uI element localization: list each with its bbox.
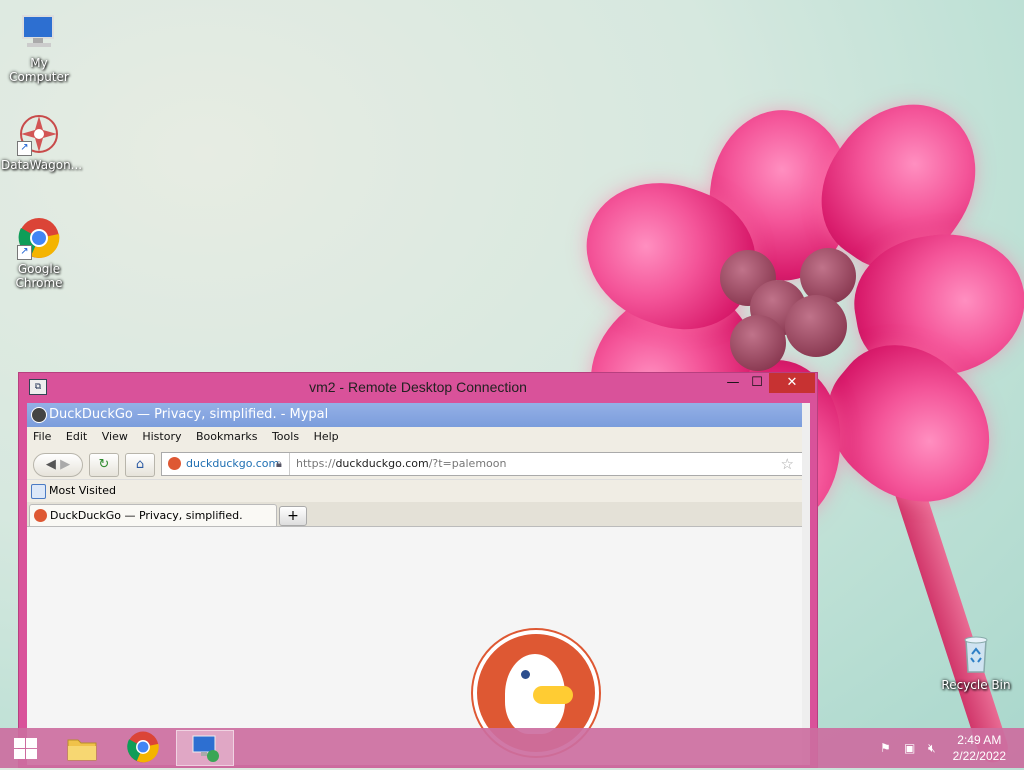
desktop-icon-google-chrome[interactable]: ↗ Google Chrome: [1, 216, 77, 290]
desktop-icon-label: Google Chrome: [15, 262, 63, 290]
navigation-toolbar: ◀ ▶ ↻ ⌂ duckduckgo.com 🔒︎ https://duckdu…: [27, 447, 810, 480]
menu-edit[interactable]: Edit: [66, 430, 87, 443]
volume-muted-icon[interactable]: 🔇︎: [928, 741, 942, 755]
system-tray: ⚑ ▣ 🔇︎ 2:49 AM 2/22/2022: [864, 728, 1024, 768]
clock-time: 2:49 AM: [957, 733, 1002, 747]
mypal-icon: [31, 407, 47, 423]
tab-duckduckgo[interactable]: DuckDuckGo — Privacy, simplified.: [29, 504, 277, 526]
shortcut-arrow-icon: ↗: [17, 141, 32, 156]
file-explorer-icon: [67, 739, 97, 761]
reload-button[interactable]: ↻: [89, 453, 119, 477]
lock-icon: 🔒︎: [276, 457, 282, 470]
desktop-icon-recycle-bin[interactable]: Recycle Bin: [938, 632, 1014, 692]
back-forward-buttons[interactable]: ◀ ▶: [33, 453, 83, 477]
tab-label: DuckDuckGo — Privacy, simplified.: [50, 509, 243, 522]
taskbar-file-explorer[interactable]: [56, 730, 108, 766]
desktop-icon-datawagon[interactable]: ↗ DataWagon...: [1, 112, 83, 172]
remote-session-area[interactable]: DuckDuckGo — Privacy, simplified. - Mypa…: [27, 403, 810, 765]
chrome-icon: [127, 731, 159, 763]
bookmark-star-icon[interactable]: ☆: [781, 453, 794, 475]
bookmarks-toolbar: Most Visited: [27, 480, 810, 502]
chrome-icon: ↗: [17, 216, 61, 260]
browser-window-title: DuckDuckGo — Privacy, simplified. - Mypa…: [49, 407, 329, 422]
site-identity-label: duckduckgo.com: [186, 457, 280, 470]
action-center-flag-icon[interactable]: ⚑: [880, 741, 894, 755]
datawagon-icon: ↗: [17, 112, 61, 156]
bookmark-most-visited[interactable]: Most Visited: [49, 484, 116, 497]
menu-view[interactable]: View: [102, 430, 128, 443]
close-button[interactable]: ✕: [769, 373, 815, 393]
menu-bookmarks[interactable]: Bookmarks: [196, 430, 257, 443]
clock-date: 2/22/2022: [952, 749, 1006, 763]
rdp-window-title: vm2 - Remote Desktop Connection: [309, 379, 527, 395]
home-button[interactable]: ⌂: [125, 453, 155, 477]
vertical-scrollbar[interactable]: [802, 403, 810, 765]
url-scheme: https://: [296, 457, 336, 470]
remote-desktop-icon: [192, 735, 219, 762]
menu-file[interactable]: File: [33, 430, 51, 443]
browser-titlebar[interactable]: DuckDuckGo — Privacy, simplified. - Mypa…: [27, 403, 810, 427]
desktop-icon-my-computer[interactable]: My Computer: [1, 10, 77, 84]
windows-logo-icon: [14, 738, 38, 760]
url-bar[interactable]: duckduckgo.com 🔒︎ https://duckduckgo.com…: [161, 452, 803, 476]
clock[interactable]: 2:49 AM 2/22/2022: [953, 732, 1006, 764]
duckduckgo-favicon-icon: [34, 509, 47, 522]
shortcut-arrow-icon: ↗: [17, 245, 32, 260]
desktop-icon-label: My Computer: [9, 56, 69, 84]
url-path: /?t=palemoon: [428, 457, 507, 470]
url-host: duckduckgo.com: [335, 457, 429, 470]
back-arrow-icon[interactable]: ◀: [46, 457, 56, 472]
menu-bar: File Edit View History Bookmarks Tools H…: [27, 427, 810, 447]
maximize-button[interactable]: ☐: [743, 373, 771, 393]
most-visited-icon: [31, 484, 46, 499]
menu-tools[interactable]: Tools: [272, 430, 299, 443]
duckduckgo-favicon-icon: [168, 457, 181, 470]
new-tab-button[interactable]: +: [279, 506, 307, 526]
site-identity[interactable]: duckduckgo.com: [162, 453, 290, 475]
taskbar-remote-desktop[interactable]: [176, 730, 234, 766]
menu-history[interactable]: History: [142, 430, 181, 443]
home-icon: ⌂: [135, 457, 145, 472]
desktop-icon-label: Recycle Bin: [941, 678, 1011, 692]
reload-icon: ↻: [98, 457, 110, 472]
tab-strip: DuckDuckGo — Privacy, simplified. +: [27, 502, 810, 527]
url-text[interactable]: https://duckduckgo.com/?t=palemoon: [296, 453, 506, 475]
taskbar-chrome[interactable]: [117, 730, 169, 766]
menu-help[interactable]: Help: [314, 430, 339, 443]
desktop-icon-label: DataWagon...: [1, 158, 83, 172]
taskbar: ⚑ ▣ 🔇︎ 2:49 AM 2/22/2022: [0, 728, 1024, 768]
computer-icon: [17, 10, 61, 54]
forward-arrow-icon[interactable]: ▶: [60, 457, 70, 472]
recycle-bin-icon: [954, 632, 998, 676]
start-button[interactable]: [2, 730, 46, 766]
remote-desktop-window[interactable]: ⧉ vm2 - Remote Desktop Connection — ☐ ✕ …: [18, 372, 818, 768]
network-icon[interactable]: ▣: [904, 741, 918, 755]
rdp-titlebar[interactable]: ⧉ vm2 - Remote Desktop Connection — ☐ ✕: [19, 373, 817, 401]
